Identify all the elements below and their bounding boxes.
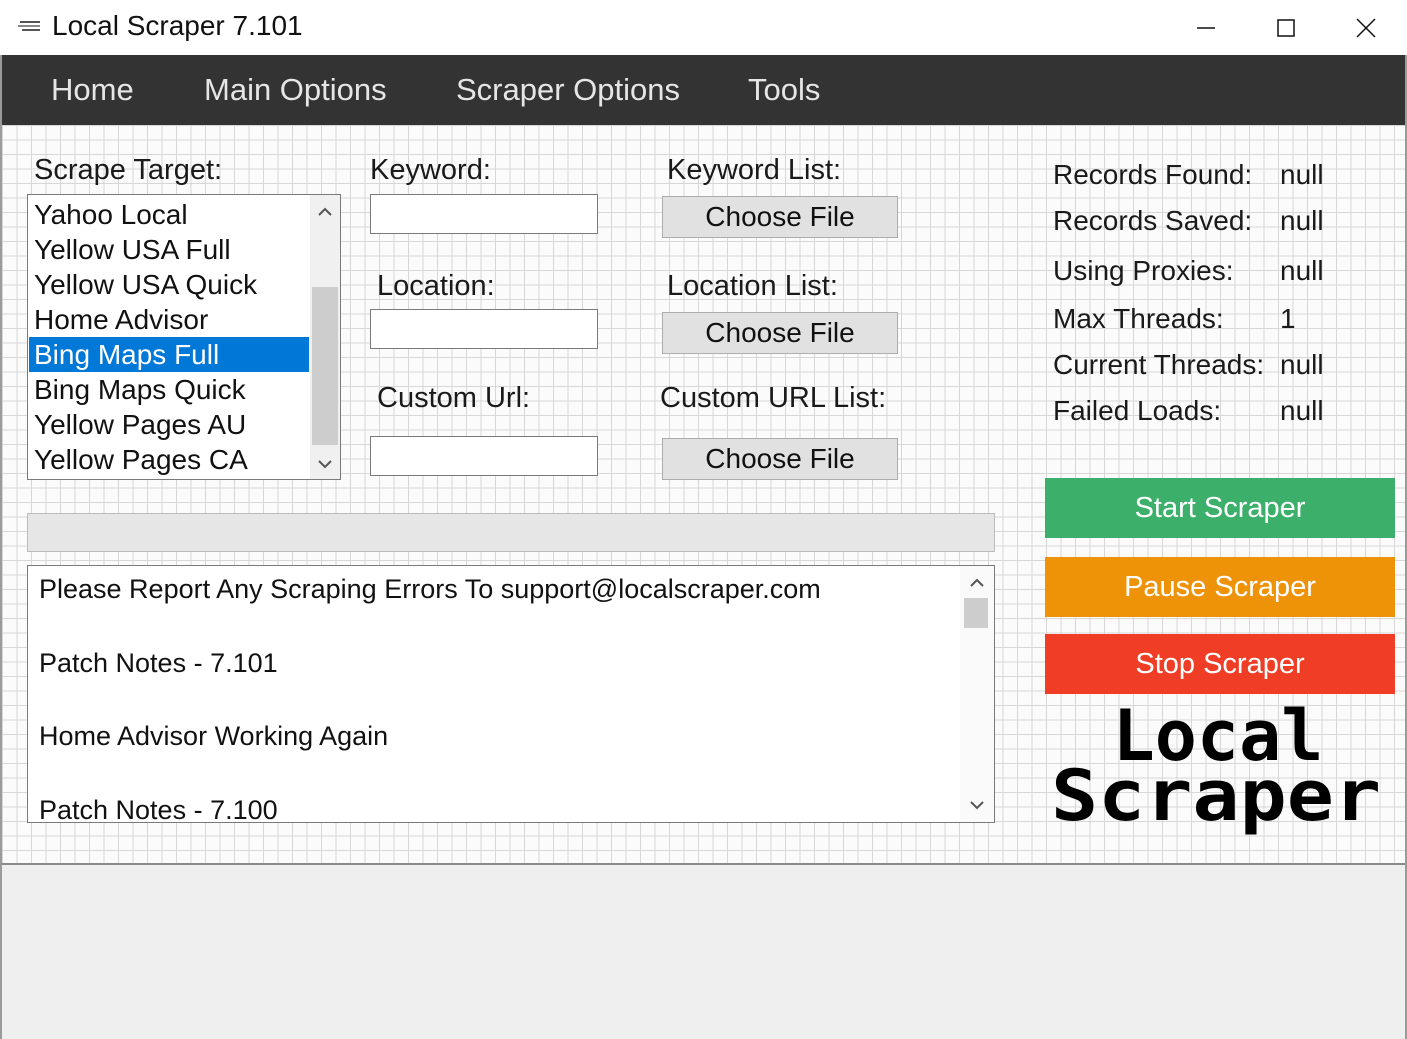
menu-item-main-options[interactable]: Main Options	[204, 72, 387, 108]
location-list-label: Location List:	[667, 270, 838, 302]
menu-item-tools[interactable]: Tools	[748, 72, 820, 108]
list-item[interactable]: Yellow Pages CA	[29, 442, 309, 477]
pause-scraper-button[interactable]: Pause Scraper	[1045, 557, 1395, 617]
progress-bar	[27, 513, 995, 552]
minimize-button[interactable]	[1166, 0, 1246, 55]
keyword-label: Keyword:	[370, 154, 491, 186]
scroll-down-arrow[interactable]	[962, 790, 992, 820]
list-item[interactable]: Yellow USA Quick	[29, 267, 309, 302]
stat-value-using-proxies: null	[1280, 255, 1324, 286]
location-label: Location:	[377, 270, 495, 302]
log-line: Patch Notes - 7.101	[39, 648, 278, 678]
log-scrollbar[interactable]	[960, 566, 994, 822]
custom-url-list-label: Custom URL List:	[660, 382, 887, 414]
local-scraper-logo: Local Scraper	[1051, 700, 1381, 837]
menu-item-scraper-options[interactable]: Scraper Options	[456, 72, 680, 108]
stat-value-max-threads: 1	[1280, 303, 1296, 334]
list-item[interactable]: Yahoo Local	[29, 197, 309, 232]
stat-value-records-found: null	[1280, 159, 1324, 190]
custom-url-input[interactable]	[370, 436, 598, 476]
minimize-icon	[1197, 26, 1215, 29]
chevron-up-icon	[318, 207, 332, 216]
location-input[interactable]	[370, 309, 598, 349]
chevron-down-icon	[970, 801, 984, 810]
keyword-list-label: Keyword List:	[667, 154, 842, 186]
maximize-icon	[1277, 18, 1295, 37]
list-item[interactable]: Yellow USA Full	[29, 232, 309, 267]
stat-label-records-found: Records Found:	[1053, 159, 1253, 190]
scrape-target-label: Scrape Target:	[34, 154, 223, 186]
logo-line-2: Scraper	[1051, 755, 1381, 837]
stat-value-current-threads: null	[1280, 349, 1324, 380]
window-border-left	[0, 55, 2, 1039]
log-line: Patch Notes - 7.100	[39, 795, 278, 823]
stat-value-failed-loads: null	[1280, 395, 1324, 426]
stat-label-failed-loads: Failed Loads:	[1053, 395, 1222, 426]
bottom-panel	[0, 863, 1407, 1039]
scrollbar-thumb[interactable]	[312, 287, 338, 445]
keyword-list-choose-file-button[interactable]: Choose File	[662, 196, 898, 238]
custom-url-label: Custom Url:	[377, 382, 531, 414]
list-item[interactable]: Bing Maps Quick	[29, 372, 309, 407]
close-icon	[1356, 17, 1376, 38]
stat-label-max-threads: Max Threads:	[1053, 303, 1224, 334]
close-button[interactable]	[1326, 0, 1406, 55]
maximize-button[interactable]	[1246, 0, 1326, 55]
scroll-up-arrow[interactable]	[310, 197, 340, 227]
location-list-choose-file-button[interactable]: Choose File	[662, 312, 898, 354]
list-item[interactable]: Yellow Pages AU	[29, 407, 309, 442]
scrape-target-listbox[interactable]: Yahoo Local Yellow USA Full Yellow USA Q…	[27, 194, 341, 480]
log-textbox[interactable]: Please Report Any Scraping Errors To sup…	[27, 565, 995, 823]
chevron-down-icon	[318, 460, 332, 469]
list-item[interactable]: Home Advisor	[29, 302, 309, 337]
log-line: Home Advisor Working Again	[39, 721, 389, 751]
list-scrollbar[interactable]	[310, 195, 340, 479]
keyword-input[interactable]	[370, 194, 598, 234]
stat-label-using-proxies: Using Proxies:	[1053, 255, 1234, 286]
stat-label-current-threads: Current Threads:	[1053, 349, 1265, 380]
scrollbar-thumb[interactable]	[964, 598, 988, 628]
list-item-selected[interactable]: Bing Maps Full	[29, 337, 309, 372]
custom-url-list-choose-file-button[interactable]: Choose File	[662, 438, 898, 480]
scroll-down-arrow[interactable]	[310, 449, 340, 479]
window-title: Local Scraper 7.101	[52, 10, 303, 41]
stop-scraper-button[interactable]: Stop Scraper	[1045, 634, 1395, 694]
scroll-up-arrow[interactable]	[962, 568, 992, 598]
app-icon	[18, 21, 40, 31]
menu-item-home[interactable]: Home	[51, 72, 134, 108]
stat-label-records-saved: Records Saved:	[1053, 205, 1253, 236]
start-scraper-button[interactable]: Start Scraper	[1045, 478, 1395, 538]
stat-value-records-saved: null	[1280, 205, 1324, 236]
chevron-up-icon	[970, 578, 984, 587]
log-line: Please Report Any Scraping Errors To sup…	[39, 574, 821, 604]
